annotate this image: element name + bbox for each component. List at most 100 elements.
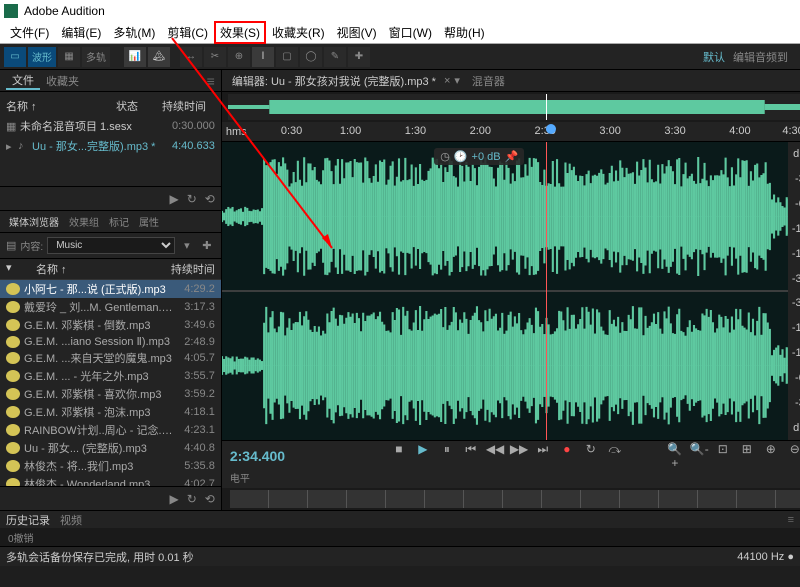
media-col-name[interactable]: 名称 ↑ [20,261,160,277]
time-ruler[interactable]: hms 0:30 1:00 1:30 2:00 2:30 3:00 3:30 4… [222,122,800,142]
filter-toggle[interactable]: ▤ [6,239,16,252]
hud-gain[interactable]: +0 dB [472,151,501,163]
pause-button[interactable]: ⏸ [438,442,456,470]
tab-media-browser[interactable]: 媒体浏览器 [4,214,64,229]
media-col-duration[interactable]: 持续时间 [171,261,215,277]
menu-favorites[interactable]: 收藏夹(R) [266,24,331,41]
hud-pin-icon[interactable]: 📌 [505,150,519,163]
history-row[interactable]: 0撤销 [0,528,800,546]
waveform-view-button[interactable]: ▭ [4,47,26,67]
skip-button[interactable]: ⤼ [606,442,624,470]
stop-button[interactable]: ■ [390,442,408,470]
add-button[interactable]: ✚ [199,239,215,252]
hud[interactable]: ◷ 🕑 +0 dB 📌 [434,148,524,165]
content-select[interactable]: Music [47,237,175,254]
tool-marquee[interactable]: ▢ [276,47,298,67]
menu-multitrack[interactable]: 多轨(M) [107,24,161,41]
media-row[interactable]: G.E.M. 邓紫棋 - 泡沫.mp34:18.1 [0,403,221,421]
hud-time-icon[interactable]: 🕑 [454,150,468,163]
media-row[interactable]: G.E.M. ...iano Session Ⅱ).mp32:48.9 [0,334,221,349]
menu-effects[interactable]: 效果(S) [214,21,266,44]
tab-files[interactable]: 文件 [6,72,40,90]
multitrack-label[interactable]: 多轨 [82,47,110,67]
file-row[interactable]: ▦ 未命名混音项目 1.sesx 0:30.000 [6,116,215,136]
media-row[interactable]: G.E.M. ... - 光年之外.mp33:55.7 [0,367,221,385]
autoplay-button[interactable]: ⟲ [205,492,215,506]
tab-effects-rack[interactable]: 效果组 [64,214,104,229]
multitrack-view-button[interactable]: ▦ [58,47,80,67]
tool-slip[interactable]: ⊕ [228,47,250,67]
zoom-out-button[interactable]: 🔍- [690,442,708,470]
tool-heal[interactable]: ✚ [348,47,370,67]
rewind-button[interactable]: ◀◀ [486,442,504,470]
tab-properties[interactable]: 属性 [134,214,164,229]
go-start-button[interactable]: ⏮ [462,442,480,470]
media-row[interactable]: G.E.M. 邓紫棋 - 喜欢你.mp33:59.2 [0,385,221,403]
play-button[interactable]: ▶ [169,192,178,206]
refresh-button[interactable]: ▾ [179,239,195,252]
loop-button[interactable]: ↻ [187,492,197,506]
tool-move[interactable]: ↔ [180,47,202,67]
menu-help[interactable]: 帮助(H) [438,24,491,41]
close-icon[interactable]: × [444,75,450,87]
tool-pitch[interactable]: 🏔 [148,47,170,67]
hud-knob-icon[interactable]: ◷ [440,150,450,163]
zoom-sel-button[interactable]: ⊞ [738,442,756,470]
waveform-display[interactable]: ◷ 🕑 +0 dB 📌 dB-3-6-12-18-30-30-18-12-6-3… [222,142,800,440]
waveform-label[interactable]: 波形 [28,47,56,67]
files-col-duration[interactable]: 持续时间 [156,98,206,114]
loop-button[interactable]: ↻ [187,192,197,206]
workspace-edit-audio[interactable]: 编辑音频到 [733,49,788,65]
menu-clip[interactable]: 剪辑(C) [161,24,214,41]
files-col-status[interactable]: 状态 [116,98,156,114]
zoom-in-button[interactable]: 🔍+ [666,442,684,470]
zoom-in-v-button[interactable]: ⊕ [762,442,780,470]
editor-tab[interactable]: 编辑器: Uu - 那女孩对我说 (完整版).mp3 * [228,73,440,89]
mixer-tab[interactable]: 混音器 [472,73,505,89]
media-row[interactable]: Uu - 那女... (完整版).mp34:40.8 [0,439,221,457]
dropdown-icon[interactable]: ▾ [454,74,460,87]
autoplay-button[interactable]: ⟲ [205,192,215,206]
file-row[interactable]: ▸ ♪ Uu - 那女...完整版).mp3 * 4:40.633 [6,136,215,156]
zoom-full-button[interactable]: ⊡ [714,442,732,470]
media-row[interactable]: 戴爱玲 _ 刘...M. Gentleman.flac3:17.3 [0,298,221,316]
toolbar: ▭ 波形 ▦ 多轨 📊 🏔 ↔ ✂ ⊕ Ⅰ ▢ ◯ ✎ ✚ 默认 编辑音频到 [0,44,800,70]
tool-lasso[interactable]: ◯ [300,47,322,67]
go-end-button[interactable]: ⏭ [534,442,552,470]
audio-file-icon [6,442,20,454]
loop-button[interactable]: ↻ [582,442,600,470]
tool-razor[interactable]: ✂ [204,47,226,67]
panel-menu-icon[interactable]: ≡ [788,514,794,526]
menu-window[interactable]: 窗口(W) [383,24,438,41]
tool-brush[interactable]: ✎ [324,47,346,67]
media-row[interactable]: RAINBOW计划..周心 - 记念.mp34:23.1 [0,421,221,439]
media-row[interactable]: 小阿七 - 那...说 (正式版).mp34:29.2 [0,280,221,298]
tab-history[interactable]: 历史记录 [6,512,50,528]
tool-time-select[interactable]: Ⅰ [252,47,274,67]
overview[interactable] [222,92,800,122]
media-row[interactable]: 林俊杰 - Wonderland.mp34:02.7 [0,475,221,486]
media-row[interactable]: G.E.M. ...来自天堂的魔鬼.mp34:05.7 [0,349,221,367]
menu-view[interactable]: 视图(V) [331,24,383,41]
expand-icon[interactable]: ▸ [6,140,18,153]
media-row[interactable]: 林俊杰 - 将...我们.mp35:35.8 [0,457,221,475]
expand-all[interactable]: ▾ [6,261,20,277]
menu-file[interactable]: 文件(F) [4,24,55,41]
panel-menu-icon[interactable]: ≡ [207,73,215,89]
tab-favorites[interactable]: 收藏夹 [40,73,85,89]
play-button[interactable]: ▶ [169,492,178,506]
record-button[interactable]: ● [558,442,576,470]
tab-markers[interactable]: 标记 [104,214,134,229]
menu-edit[interactable]: 编辑(E) [55,24,107,41]
files-col-name[interactable]: 名称 ↑ [6,98,116,114]
zoom-out-v-button[interactable]: ⊖ [786,442,800,470]
status-sample-rate: 44100 Hz ● [737,551,794,563]
tab-video[interactable]: 视频 [60,512,82,528]
workspace-default[interactable]: 默认 [703,49,725,65]
forward-button[interactable]: ▶▶ [510,442,528,470]
media-row[interactable]: G.E.M. 邓紫棋 - 倒数.mp33:49.6 [0,316,221,334]
play-button[interactable]: ▶ [414,442,432,470]
tool-spectral[interactable]: 📊 [124,47,146,67]
overview-playhead[interactable] [546,94,547,120]
timecode[interactable]: 2:34.400 [230,448,330,464]
